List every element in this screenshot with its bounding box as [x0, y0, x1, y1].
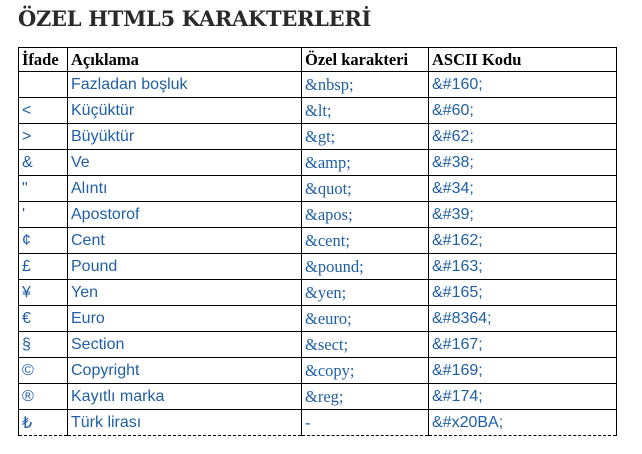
symbol-cell: €	[18, 305, 68, 332]
entity-cell: &sect;	[301, 331, 429, 358]
table-row: " Alıntı &quot; &#34;	[18, 175, 617, 202]
symbol-cell: §	[18, 331, 68, 358]
header-special-character: Özel karakteri	[301, 47, 429, 72]
entity-cell: &apos;	[301, 201, 429, 228]
symbol-cell: &	[18, 149, 68, 176]
entity-cell: -	[301, 409, 429, 436]
description-cell: Apostorof	[67, 201, 302, 228]
table-row: € Euro &euro; &#8364;	[18, 305, 617, 332]
description-cell: Ve	[67, 149, 302, 176]
ascii-code-cell: &#60;	[428, 97, 617, 124]
table-row: © Copyright &copy; &#169;	[18, 357, 617, 384]
header-ascii-code: ASCII Kodu	[428, 47, 617, 72]
entity-cell: &quot;	[301, 175, 429, 202]
ascii-code-cell: &#160;	[428, 71, 617, 98]
symbol-cell: ¢	[18, 227, 68, 254]
symbol-cell: ₺	[18, 409, 68, 436]
symbol-cell: ©	[18, 357, 68, 384]
symbol-cell: ¥	[18, 279, 68, 306]
symbol-cell	[18, 71, 68, 98]
description-cell: Fazladan boşluk	[67, 71, 302, 98]
page-title: ÖZEL HTML5 KARAKTERLERİ	[18, 6, 372, 31]
html5-characters-table: İfade Açıklama Özel karakteri ASCII Kodu…	[18, 47, 617, 436]
ascii-code-cell: &#8364;	[428, 305, 617, 332]
description-cell: Copyright	[67, 357, 302, 384]
entity-cell: &pound;	[301, 253, 429, 280]
entity-cell: &copy;	[301, 357, 429, 384]
ascii-code-cell: &#165;	[428, 279, 617, 306]
table-row: ' Apostorof &apos; &#39;	[18, 201, 617, 228]
entity-cell: &nbsp;	[301, 71, 429, 98]
description-cell: Yen	[67, 279, 302, 306]
symbol-cell: ®	[18, 383, 68, 410]
entity-cell: &euro;	[301, 305, 429, 332]
ascii-code-cell: &#34;	[428, 175, 617, 202]
ascii-code-cell: &#174;	[428, 383, 617, 410]
table-row: Fazladan boşluk &nbsp; &#160;	[18, 71, 617, 98]
entity-cell: &lt;	[301, 97, 429, 124]
table-row: ¢ Cent &cent; &#162;	[18, 227, 617, 254]
ascii-code-cell: &#x20BA;	[428, 409, 617, 436]
table-row: ® Kayıtlı marka &reg; &#174;	[18, 383, 617, 410]
description-cell: Küçüktür	[67, 97, 302, 124]
entity-cell: &reg;	[301, 383, 429, 410]
table-row: ₺ Türk lirası - &#x20BA;	[18, 409, 617, 436]
ascii-code-cell: &#163;	[428, 253, 617, 280]
description-cell: Euro	[67, 305, 302, 332]
table-row: & Ve &amp; &#38;	[18, 149, 617, 176]
table-header-row: İfade Açıklama Özel karakteri ASCII Kodu	[18, 47, 617, 72]
description-cell: Cent	[67, 227, 302, 254]
description-cell: Pound	[67, 253, 302, 280]
description-cell: Büyüktür	[67, 123, 302, 150]
table-row: £ Pound &pound; &#163;	[18, 253, 617, 280]
ascii-code-cell: &#39;	[428, 201, 617, 228]
ascii-code-cell: &#162;	[428, 227, 617, 254]
table-row: > Büyüktür &gt; &#62;	[18, 123, 617, 150]
header-expression: İfade	[18, 47, 68, 72]
description-cell: Section	[67, 331, 302, 358]
table-row: ¥ Yen &yen; &#165;	[18, 279, 617, 306]
entity-cell: &amp;	[301, 149, 429, 176]
description-cell: Türk lirası	[67, 409, 302, 436]
entity-cell: &yen;	[301, 279, 429, 306]
table-row: < Küçüktür &lt; &#60;	[18, 97, 617, 124]
symbol-cell: '	[18, 201, 68, 228]
table-body: Fazladan boşluk &nbsp; &#160; < Küçüktür &lt;…	[18, 71, 617, 436]
ascii-code-cell: &#62;	[428, 123, 617, 150]
description-cell: Kayıtlı marka	[67, 383, 302, 410]
ascii-code-cell: &#38;	[428, 149, 617, 176]
ascii-code-cell: &#169;	[428, 357, 617, 384]
header-description: Açıklama	[67, 47, 302, 72]
symbol-cell: <	[18, 97, 68, 124]
entity-cell: &cent;	[301, 227, 429, 254]
ascii-code-cell: &#167;	[428, 331, 617, 358]
symbol-cell: "	[18, 175, 68, 202]
symbol-cell: £	[18, 253, 68, 280]
table-row: § Section &sect; &#167;	[18, 331, 617, 358]
entity-cell: &gt;	[301, 123, 429, 150]
description-cell: Alıntı	[67, 175, 302, 202]
symbol-cell: >	[18, 123, 68, 150]
